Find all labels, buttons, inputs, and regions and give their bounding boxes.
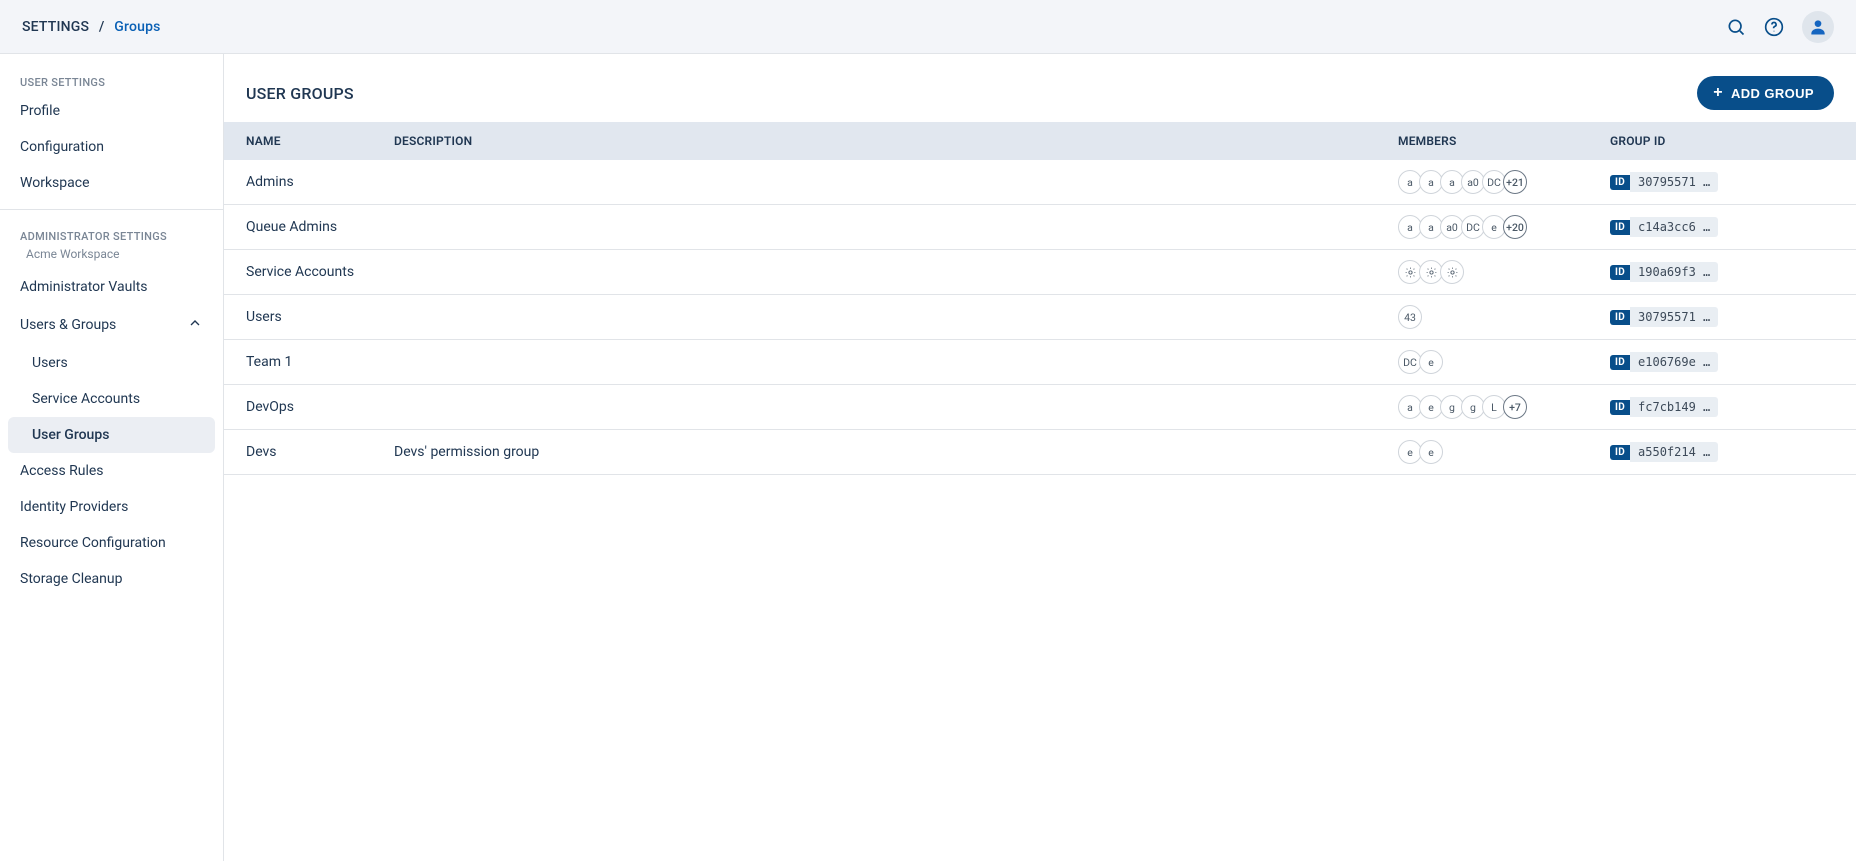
breadcrumb: SETTINGS / Groups: [22, 19, 161, 35]
sidebar-item-resource-configuration[interactable]: Resource Configuration: [0, 525, 223, 561]
group-id-badge[interactable]: ID30795571 …: [1610, 307, 1842, 327]
members-avatars: aaa0DCe+20: [1398, 215, 1582, 239]
sidebar-item-storage-cleanup[interactable]: Storage Cleanup: [0, 561, 223, 597]
group-id-badge[interactable]: ID190a69f3 …: [1610, 262, 1842, 282]
group-name[interactable]: DevOps: [246, 399, 294, 415]
group-id-value: c14a3cc6 …: [1630, 217, 1718, 237]
breadcrumb-settings[interactable]: SETTINGS: [22, 19, 89, 35]
help-icon[interactable]: [1764, 17, 1784, 37]
member-avatar[interactable]: e: [1419, 350, 1443, 374]
breadcrumb-sep: /: [99, 19, 105, 35]
group-name[interactable]: Queue Admins: [246, 219, 337, 235]
group-id-badge[interactable]: IDe106769e …: [1610, 352, 1842, 372]
sidebar-section-admin: ADMINISTRATOR SETTINGS: [0, 218, 223, 247]
page-header: USER GROUPS + ADD GROUP: [224, 54, 1856, 122]
sidebar-item-label: Users & Groups: [20, 317, 116, 333]
members-overflow-count[interactable]: +7: [1503, 395, 1527, 419]
group-name[interactable]: Service Accounts: [246, 264, 354, 280]
members-avatars: ee: [1398, 440, 1582, 464]
search-icon[interactable]: [1726, 17, 1746, 37]
page-title: USER GROUPS: [246, 84, 354, 103]
sidebar-item-user-groups[interactable]: User Groups: [8, 417, 215, 453]
members-avatars: [1398, 260, 1582, 284]
sidebar-item-access-rules[interactable]: Access Rules: [0, 453, 223, 489]
group-id-badge[interactable]: ID30795571 …: [1610, 172, 1842, 192]
sidebar-workspace-name: Acme Workspace: [0, 247, 223, 269]
breadcrumb-groups[interactable]: Groups: [114, 19, 160, 35]
col-header-group-id[interactable]: GROUP ID: [1596, 122, 1856, 160]
table-row[interactable]: DevOps aeggL+7 IDfc7cb149 …: [224, 385, 1856, 430]
group-name[interactable]: Team 1: [246, 354, 292, 370]
plus-icon: +: [1713, 85, 1723, 101]
sidebar-divider: [0, 209, 223, 210]
members-overflow-count[interactable]: +20: [1503, 215, 1527, 239]
sidebar: USER SETTINGS ProfileConfigurationWorksp…: [0, 54, 224, 861]
table-row[interactable]: Devs Devs' permission group ee IDa550f214 …: [224, 430, 1856, 475]
members-avatars: 43: [1398, 305, 1582, 329]
sidebar-item-identity-providers[interactable]: Identity Providers: [0, 489, 223, 525]
table-row[interactable]: Service Accounts ID190a69f3 …: [224, 250, 1856, 295]
add-group-label: ADD GROUP: [1731, 86, 1814, 101]
id-label: ID: [1610, 175, 1630, 190]
user-avatar[interactable]: [1802, 11, 1834, 43]
members-avatars: DCe: [1398, 350, 1582, 374]
table-row[interactable]: Admins aaaa0DC+21 ID30795571 …: [224, 160, 1856, 205]
group-description: Devs' permission group: [394, 444, 539, 460]
topbar-actions: [1726, 11, 1834, 43]
table-row[interactable]: Team 1 DCe IDe106769e …: [224, 340, 1856, 385]
col-header-name[interactable]: NAME: [224, 122, 380, 160]
group-id-value: 30795571 …: [1630, 307, 1718, 327]
sidebar-section-user: USER SETTINGS: [0, 64, 223, 93]
member-avatar[interactable]: e: [1419, 440, 1443, 464]
group-name[interactable]: Devs: [246, 444, 277, 460]
id-label: ID: [1610, 220, 1630, 235]
service-account-icon[interactable]: [1440, 260, 1464, 284]
sidebar-item-users-groups[interactable]: Users & Groups: [0, 305, 223, 345]
groups-table: NAME DESCRIPTION MEMBERS GROUP ID Admins…: [224, 122, 1856, 475]
group-id-value: 190a69f3 …: [1630, 262, 1718, 282]
sidebar-item-service-accounts[interactable]: Service Accounts: [0, 381, 223, 417]
table-row[interactable]: Queue Admins aaa0DCe+20 IDc14a3cc6 …: [224, 205, 1856, 250]
col-header-description[interactable]: DESCRIPTION: [380, 122, 1384, 160]
add-group-button[interactable]: + ADD GROUP: [1697, 76, 1834, 110]
group-name[interactable]: Users: [246, 309, 282, 325]
main-content: USER GROUPS + ADD GROUP NAME DESCRIPTION…: [224, 54, 1856, 861]
group-id-badge[interactable]: IDc14a3cc6 …: [1610, 217, 1842, 237]
id-label: ID: [1610, 265, 1630, 280]
id-label: ID: [1610, 310, 1630, 325]
sidebar-item-administrator-vaults[interactable]: Administrator Vaults: [0, 269, 223, 305]
members-count[interactable]: 43: [1398, 305, 1422, 329]
members-overflow-count[interactable]: +21: [1503, 170, 1527, 194]
sidebar-item-profile[interactable]: Profile: [0, 93, 223, 129]
group-id-value: fc7cb149 …: [1630, 397, 1718, 417]
group-id-value: a550f214 …: [1630, 442, 1718, 462]
group-id-value: e106769e …: [1630, 352, 1718, 372]
group-id-value: 30795571 …: [1630, 172, 1718, 192]
group-id-badge[interactable]: IDa550f214 …: [1610, 442, 1842, 462]
table-row[interactable]: Users 43 ID30795571 …: [224, 295, 1856, 340]
members-avatars: aaaa0DC+21: [1398, 170, 1582, 194]
sidebar-item-workspace[interactable]: Workspace: [0, 165, 223, 201]
id-label: ID: [1610, 400, 1630, 415]
id-label: ID: [1610, 355, 1630, 370]
sidebar-item-users[interactable]: Users: [0, 345, 223, 381]
topbar: SETTINGS / Groups: [0, 0, 1856, 54]
chevron-up-icon: [187, 315, 203, 335]
col-header-members[interactable]: MEMBERS: [1384, 122, 1596, 160]
sidebar-item-configuration[interactable]: Configuration: [0, 129, 223, 165]
group-name[interactable]: Admins: [246, 174, 294, 190]
id-label: ID: [1610, 445, 1630, 460]
members-avatars: aeggL+7: [1398, 395, 1582, 419]
group-id-badge[interactable]: IDfc7cb149 …: [1610, 397, 1842, 417]
